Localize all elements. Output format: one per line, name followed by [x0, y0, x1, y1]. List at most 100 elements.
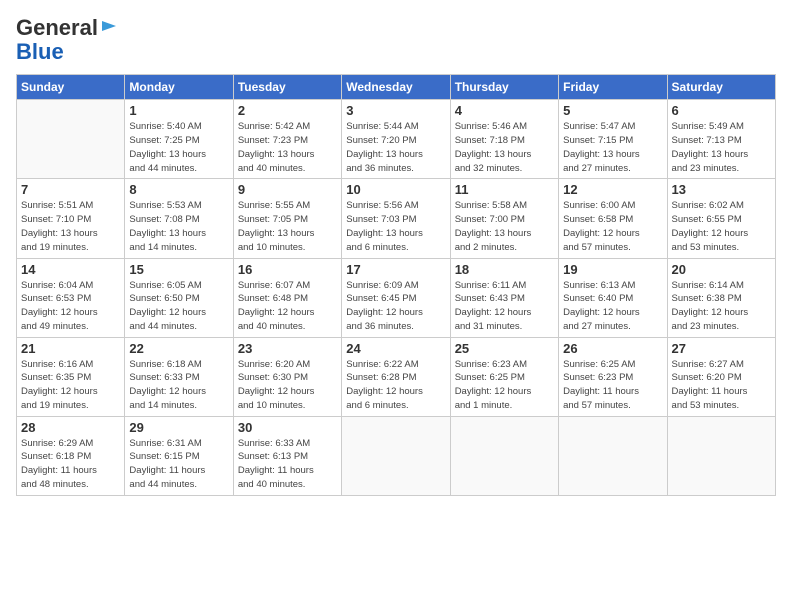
day-info: Sunrise: 6:16 AMSunset: 6:35 PMDaylight:… — [21, 358, 120, 413]
day-number: 28 — [21, 420, 120, 435]
day-info: Sunrise: 5:40 AMSunset: 7:25 PMDaylight:… — [129, 120, 228, 175]
day-info: Sunrise: 5:51 AMSunset: 7:10 PMDaylight:… — [21, 199, 120, 254]
calendar-cell — [450, 416, 558, 495]
calendar-cell: 27 Sunrise: 6:27 AMSunset: 6:20 PMDayligh… — [667, 337, 775, 416]
logo: General Blue — [16, 16, 118, 64]
day-number: 14 — [21, 262, 120, 277]
calendar-cell: 25 Sunrise: 6:23 AMSunset: 6:25 PMDayligh… — [450, 337, 558, 416]
calendar-cell: 5Sunrise: 5:47 AMSunset: 7:15 PMDaylight… — [559, 100, 667, 179]
day-info: Sunrise: 6:31 AMSunset: 6:15 PMDaylight:… — [129, 437, 228, 492]
day-number: 18 — [455, 262, 554, 277]
calendar-cell: 20Sunrise: 6:14 AMSunset: 6:38 PMDayligh… — [667, 258, 775, 337]
logo-text-general: General — [16, 16, 98, 40]
calendar-header-saturday: Saturday — [667, 75, 775, 100]
calendar-week-row: 14 Sunrise: 6:04 AMSunset: 6:53 PMDayligh… — [17, 258, 776, 337]
calendar-header-wednesday: Wednesday — [342, 75, 450, 100]
day-info: Sunrise: 5:42 AMSunset: 7:23 PMDaylight:… — [238, 120, 337, 175]
day-number: 11 — [455, 182, 554, 197]
calendar-cell: 18 Sunrise: 6:11 AMSunset: 6:43 PMDayligh… — [450, 258, 558, 337]
day-info: Sunrise: 6:33 AMSunset: 6:13 PMDaylight:… — [238, 437, 337, 492]
day-number: 7 — [21, 182, 120, 197]
day-number: 15 — [129, 262, 228, 277]
calendar-header-tuesday: Tuesday — [233, 75, 341, 100]
logo-arrow-icon — [100, 17, 118, 40]
day-info: Sunrise: 6:09 AMSunset: 6:45 PMDaylight:… — [346, 279, 445, 334]
day-number: 4 — [455, 103, 554, 118]
calendar-cell: 1 Sunrise: 5:40 AMSunset: 7:25 PMDaylight… — [125, 100, 233, 179]
calendar-header-friday: Friday — [559, 75, 667, 100]
calendar-cell: 4 Sunrise: 5:46 AMSunset: 7:18 PMDaylight… — [450, 100, 558, 179]
calendar-cell: 12Sunrise: 6:00 AMSunset: 6:58 PMDayligh… — [559, 179, 667, 258]
calendar-cell: 23Sunrise: 6:20 AMSunset: 6:30 PMDayligh… — [233, 337, 341, 416]
calendar-cell: 16 Sunrise: 6:07 AMSunset: 6:48 PMDayligh… — [233, 258, 341, 337]
day-info: Sunrise: 6:18 AMSunset: 6:33 PMDaylight:… — [129, 358, 228, 413]
day-info: Sunrise: 6:11 AMSunset: 6:43 PMDaylight:… — [455, 279, 554, 334]
calendar-week-row: 7 Sunrise: 5:51 AMSunset: 7:10 PMDaylight… — [17, 179, 776, 258]
day-number: 5 — [563, 103, 662, 118]
day-info: Sunrise: 6:13 AMSunset: 6:40 PMDaylight:… — [563, 279, 662, 334]
calendar-cell: 13Sunrise: 6:02 AMSunset: 6:55 PMDayligh… — [667, 179, 775, 258]
day-number: 16 — [238, 262, 337, 277]
calendar-cell — [342, 416, 450, 495]
day-info: Sunrise: 6:23 AMSunset: 6:25 PMDaylight:… — [455, 358, 554, 413]
logo-text-blue: Blue — [16, 40, 64, 64]
day-number: 1 — [129, 103, 228, 118]
calendar-table: SundayMondayTuesdayWednesdayThursdayFrid… — [16, 74, 776, 495]
day-info: Sunrise: 5:53 AMSunset: 7:08 PMDaylight:… — [129, 199, 228, 254]
day-number: 17 — [346, 262, 445, 277]
calendar-header-sunday: Sunday — [17, 75, 125, 100]
day-info: Sunrise: 5:55 AMSunset: 7:05 PMDaylight:… — [238, 199, 337, 254]
day-number: 22 — [129, 341, 228, 356]
calendar-week-row: 21Sunrise: 6:16 AMSunset: 6:35 PMDayligh… — [17, 337, 776, 416]
calendar-cell: 10 Sunrise: 5:56 AMSunset: 7:03 PMDayligh… — [342, 179, 450, 258]
day-info: Sunrise: 5:44 AMSunset: 7:20 PMDaylight:… — [346, 120, 445, 175]
calendar-cell: 15Sunrise: 6:05 AMSunset: 6:50 PMDayligh… — [125, 258, 233, 337]
calendar-header-row: SundayMondayTuesdayWednesdayThursdayFrid… — [17, 75, 776, 100]
day-number: 23 — [238, 341, 337, 356]
day-info: Sunrise: 6:29 AMSunset: 6:18 PMDaylight:… — [21, 437, 120, 492]
calendar-cell: 14 Sunrise: 6:04 AMSunset: 6:53 PMDayligh… — [17, 258, 125, 337]
calendar-week-row: 1 Sunrise: 5:40 AMSunset: 7:25 PMDaylight… — [17, 100, 776, 179]
calendar-cell: 22 Sunrise: 6:18 AMSunset: 6:33 PMDayligh… — [125, 337, 233, 416]
calendar-header-thursday: Thursday — [450, 75, 558, 100]
day-number: 13 — [672, 182, 771, 197]
day-info: Sunrise: 6:27 AMSunset: 6:20 PMDaylight:… — [672, 358, 771, 413]
day-number: 2 — [238, 103, 337, 118]
day-info: Sunrise: 5:49 AMSunset: 7:13 PMDaylight:… — [672, 120, 771, 175]
calendar-cell: 29 Sunrise: 6:31 AMSunset: 6:15 PMDayligh… — [125, 416, 233, 495]
calendar-cell: 11 Sunrise: 5:58 AMSunset: 7:00 PMDayligh… — [450, 179, 558, 258]
day-info: Sunrise: 5:46 AMSunset: 7:18 PMDaylight:… — [455, 120, 554, 175]
calendar-cell — [17, 100, 125, 179]
calendar-cell: 24Sunrise: 6:22 AMSunset: 6:28 PMDayligh… — [342, 337, 450, 416]
calendar-cell: 8Sunrise: 5:53 AMSunset: 7:08 PMDaylight… — [125, 179, 233, 258]
day-number: 27 — [672, 341, 771, 356]
calendar-cell — [559, 416, 667, 495]
calendar-cell: 26 Sunrise: 6:25 AMSunset: 6:23 PMDayligh… — [559, 337, 667, 416]
calendar-cell: 28 Sunrise: 6:29 AMSunset: 6:18 PMDayligh… — [17, 416, 125, 495]
day-number: 6 — [672, 103, 771, 118]
calendar-cell: 3 Sunrise: 5:44 AMSunset: 7:20 PMDaylight… — [342, 100, 450, 179]
day-number: 26 — [563, 341, 662, 356]
calendar-cell: 17 Sunrise: 6:09 AMSunset: 6:45 PMDayligh… — [342, 258, 450, 337]
day-number: 25 — [455, 341, 554, 356]
day-number: 10 — [346, 182, 445, 197]
day-number: 19 — [563, 262, 662, 277]
calendar-week-row: 28 Sunrise: 6:29 AMSunset: 6:18 PMDayligh… — [17, 416, 776, 495]
calendar-cell: 30Sunrise: 6:33 AMSunset: 6:13 PMDayligh… — [233, 416, 341, 495]
day-number: 29 — [129, 420, 228, 435]
calendar-cell: 7 Sunrise: 5:51 AMSunset: 7:10 PMDaylight… — [17, 179, 125, 258]
calendar-cell: 9Sunrise: 5:55 AMSunset: 7:05 PMDaylight… — [233, 179, 341, 258]
calendar-cell: 21Sunrise: 6:16 AMSunset: 6:35 PMDayligh… — [17, 337, 125, 416]
day-info: Sunrise: 6:14 AMSunset: 6:38 PMDaylight:… — [672, 279, 771, 334]
day-info: Sunrise: 6:07 AMSunset: 6:48 PMDaylight:… — [238, 279, 337, 334]
day-number: 24 — [346, 341, 445, 356]
calendar-cell: 6 Sunrise: 5:49 AMSunset: 7:13 PMDaylight… — [667, 100, 775, 179]
day-info: Sunrise: 5:56 AMSunset: 7:03 PMDaylight:… — [346, 199, 445, 254]
day-number: 3 — [346, 103, 445, 118]
day-info: Sunrise: 5:58 AMSunset: 7:00 PMDaylight:… — [455, 199, 554, 254]
day-info: Sunrise: 6:04 AMSunset: 6:53 PMDaylight:… — [21, 279, 120, 334]
day-number: 12 — [563, 182, 662, 197]
day-info: Sunrise: 6:25 AMSunset: 6:23 PMDaylight:… — [563, 358, 662, 413]
calendar-cell — [667, 416, 775, 495]
page-header: General Blue — [16, 16, 776, 64]
